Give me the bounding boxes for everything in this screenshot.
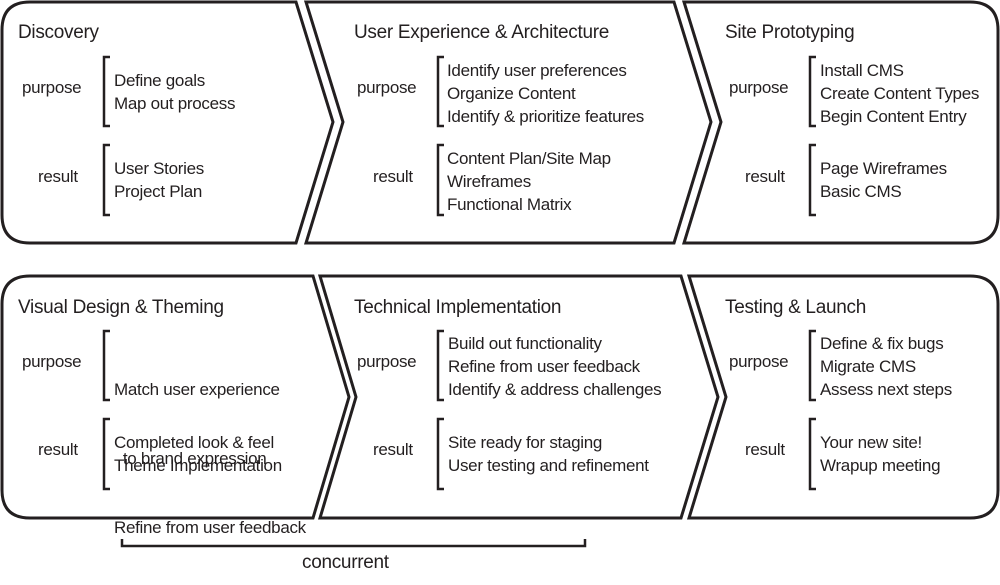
- purpose-item: Refine from user feedback: [114, 518, 306, 537]
- result-label: result: [745, 440, 785, 459]
- result-item: Site ready for staging: [448, 433, 603, 452]
- stage-title: Discovery: [18, 22, 99, 43]
- purpose-label: purpose: [22, 78, 82, 97]
- stage-title: Visual Design & Theming: [18, 297, 224, 318]
- purpose-item: Create Content Types: [820, 84, 980, 103]
- bracket-icon: [808, 329, 816, 402]
- result-item: Completed look & feel: [114, 433, 275, 452]
- purpose-label: purpose: [357, 78, 417, 97]
- result-item: User Stories: [114, 159, 204, 178]
- result-item: Basic CMS: [820, 182, 902, 201]
- result-item: Your new site!: [820, 433, 922, 452]
- result-item: Content Plan/Site Map: [447, 149, 611, 168]
- result-item: Theme Implementation: [114, 456, 282, 475]
- bracket-icon: [436, 329, 444, 402]
- purpose-label: purpose: [729, 78, 789, 97]
- purpose-item: Begin Content Entry: [820, 107, 967, 126]
- bracket-icon: [436, 143, 444, 217]
- result-list: User Stories Project Plan: [114, 157, 204, 203]
- result-item: Project Plan: [114, 182, 203, 201]
- bracket-icon: [808, 55, 816, 128]
- purpose-list: Install CMS Create Content Types Begin C…: [820, 59, 979, 128]
- bracket-icon: [102, 329, 110, 402]
- purpose-item: Build out functionality: [448, 334, 602, 353]
- purpose-item: Map out process: [114, 94, 236, 113]
- purpose-item: Define & fix bugs: [820, 334, 944, 353]
- purpose-item: Identify user preferences: [447, 61, 627, 80]
- bracket-icon: [102, 55, 110, 128]
- stage-title: Testing & Launch: [725, 297, 866, 318]
- purpose-item: Match user experience: [114, 380, 280, 399]
- result-label: result: [38, 440, 78, 459]
- result-list: Content Plan/Site Map Wireframes Functio…: [447, 147, 611, 216]
- purpose-item: Organize Content: [447, 84, 576, 103]
- purpose-label: purpose: [357, 352, 417, 371]
- purpose-label: purpose: [729, 352, 789, 371]
- purpose-list: Build out functionality Refine from user…: [448, 332, 662, 401]
- concurrent-label: concurrent: [302, 552, 389, 573]
- purpose-item: Migrate CMS: [820, 357, 916, 376]
- result-item: Wireframes: [447, 172, 531, 191]
- bracket-icon: [808, 143, 816, 217]
- bracket-icon: [436, 55, 444, 128]
- result-list: Your new site! Wrapup meeting: [820, 431, 941, 477]
- result-list: Site ready for staging User testing and …: [448, 431, 649, 477]
- purpose-item: Identify & address challenges: [448, 380, 662, 399]
- result-label: result: [373, 440, 413, 459]
- result-label: result: [38, 167, 78, 186]
- result-label: result: [373, 167, 413, 186]
- stage-title: Site Prototyping: [725, 22, 855, 43]
- result-item: Functional Matrix: [447, 195, 572, 214]
- purpose-item: Assess next steps: [820, 380, 952, 399]
- result-item: User testing and refinement: [448, 456, 649, 475]
- bracket-icon: [808, 417, 816, 491]
- result-list: Completed look & feel Theme Implementati…: [114, 431, 282, 477]
- purpose-item: Install CMS: [820, 61, 904, 80]
- result-label: result: [745, 167, 785, 186]
- purpose-item: Refine from user feedback: [448, 357, 640, 376]
- purpose-label: purpose: [22, 352, 82, 371]
- bracket-icon: [102, 417, 110, 491]
- purpose-list: Define goals Map out process: [114, 69, 235, 115]
- purpose-item: Define goals: [114, 71, 205, 90]
- result-list: Page Wireframes Basic CMS: [820, 157, 947, 203]
- purpose-list: Define & fix bugs Migrate CMS Assess nex…: [820, 332, 952, 401]
- result-item: Page Wireframes: [820, 159, 947, 178]
- purpose-list: Identify user preferences Organize Conte…: [447, 59, 644, 128]
- bracket-icon: [436, 417, 444, 491]
- result-item: Wrapup meeting: [820, 456, 941, 475]
- stage-title: User Experience & Architecture: [354, 22, 610, 43]
- purpose-item: Identify & prioritize features: [447, 107, 644, 126]
- bracket-icon: [102, 143, 110, 217]
- stage-title: Technical Implementation: [354, 297, 562, 318]
